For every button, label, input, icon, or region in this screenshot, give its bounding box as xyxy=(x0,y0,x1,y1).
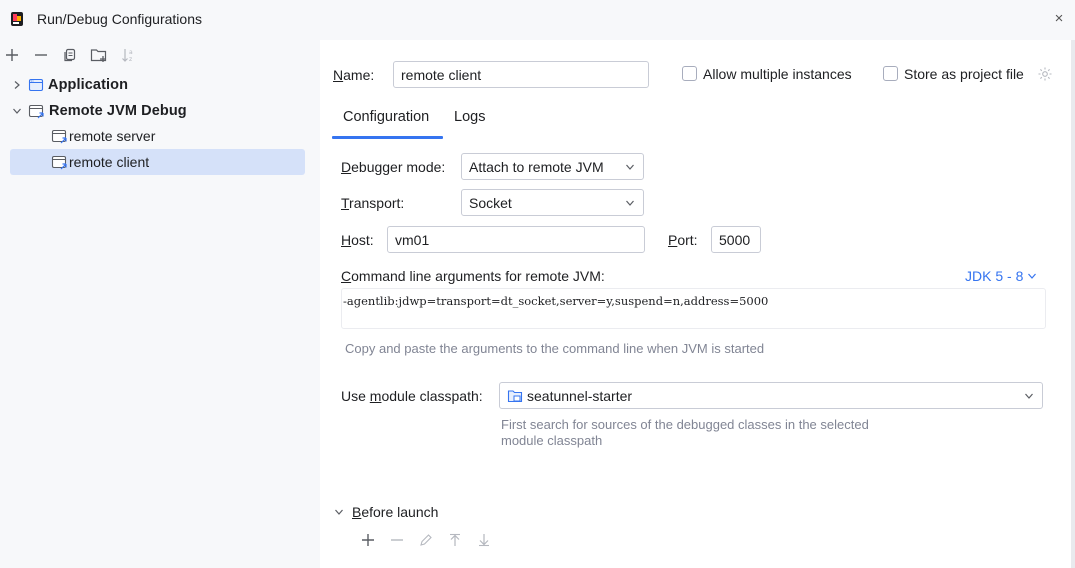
name-label: Name: xyxy=(333,67,375,83)
plus-icon[interactable] xyxy=(1,44,23,66)
name-input[interactable]: remote client xyxy=(393,61,649,88)
sort-icon[interactable]: az xyxy=(117,44,139,66)
host-label: Host: xyxy=(341,232,374,248)
module-folder-icon xyxy=(507,388,523,404)
move-down-icon[interactable] xyxy=(474,530,494,550)
port-label: Port: xyxy=(668,232,698,248)
tree-item-remote-server[interactable]: remote server xyxy=(10,123,305,149)
chevron-down-icon xyxy=(625,198,635,208)
minus-icon[interactable] xyxy=(387,530,407,550)
allow-multiple-label: Allow multiple instances xyxy=(703,66,852,82)
host-input[interactable]: vm01 xyxy=(387,226,645,253)
svg-text:z: z xyxy=(129,56,132,63)
chevron-down-icon[interactable] xyxy=(10,104,24,118)
transport-value: Socket xyxy=(469,194,512,211)
cmd-args-hint: Copy and paste the arguments to the comm… xyxy=(345,341,765,356)
tab-logs[interactable]: Logs xyxy=(454,109,485,125)
port-input[interactable]: 5000 xyxy=(711,226,761,253)
window-title: Run/Debug Configurations xyxy=(37,11,202,27)
debugger-mode-select[interactable]: Attach to remote JVM xyxy=(461,153,644,180)
app-icon xyxy=(10,11,24,27)
cmd-args-value: -agentlib:jdwp=transport=dt_socket,serve… xyxy=(343,294,769,308)
tree-item-remote-client[interactable]: remote client xyxy=(10,149,305,175)
remote-debug-icon xyxy=(51,154,69,170)
before-launch-toggle[interactable]: Before launch xyxy=(334,504,438,520)
move-up-icon[interactable] xyxy=(445,530,465,550)
name-label-rest: ame: xyxy=(343,67,375,83)
tree-item-label: remote client xyxy=(69,154,150,170)
application-config-icon xyxy=(28,77,44,93)
module-hint-line1: First search for sources of the debugged… xyxy=(501,417,869,432)
new-folder-icon[interactable] xyxy=(88,44,110,66)
tree-item-application[interactable]: Application xyxy=(10,72,305,98)
tree-item-label: Remote JVM Debug xyxy=(49,103,187,119)
jdk-version-label: JDK 5 - 8 xyxy=(965,268,1024,284)
active-tab-indicator xyxy=(332,136,443,139)
transport-select[interactable]: Socket xyxy=(461,189,644,216)
module-classpath-value: seatunnel-starter xyxy=(527,387,633,404)
chevron-down-icon xyxy=(1027,271,1037,281)
close-icon[interactable]: × xyxy=(1052,11,1066,27)
edit-icon[interactable] xyxy=(416,530,436,550)
debugger-mode-value: Attach to remote JVM xyxy=(469,158,604,175)
module-classpath-select[interactable]: seatunnel-starter xyxy=(499,382,1043,409)
store-project-label: Store as project file xyxy=(904,66,1024,82)
before-launch-label: Before launch xyxy=(352,504,439,520)
tree-item-label: Application xyxy=(48,77,129,93)
tree-item-remote-jvm-debug[interactable]: Remote JVM Debug xyxy=(10,98,305,124)
store-project-checkbox[interactable] xyxy=(883,66,898,81)
module-hint-line2: module classpath xyxy=(501,433,603,448)
jdk-version-dropdown[interactable]: JDK 5 - 8 xyxy=(965,268,1037,284)
remote-debug-icon xyxy=(51,128,69,144)
cmd-args-label: Command line arguments for remote JVM: xyxy=(341,268,605,284)
module-classpath-selected: seatunnel-starter xyxy=(507,388,632,404)
chevron-down-icon xyxy=(334,507,344,517)
tree-item-label: remote server xyxy=(69,128,156,144)
chevron-right-icon[interactable] xyxy=(10,78,24,92)
remote-debug-icon xyxy=(28,103,46,119)
plus-icon[interactable] xyxy=(358,530,378,550)
tab-configuration[interactable]: Configuration xyxy=(343,109,429,125)
svg-text:a: a xyxy=(129,49,133,56)
module-classpath-label: Use module classpath: xyxy=(341,388,483,404)
transport-label: Transport: xyxy=(341,195,405,211)
copy-icon[interactable] xyxy=(59,44,81,66)
scrollbar[interactable] xyxy=(1071,40,1075,568)
chevron-down-icon xyxy=(1024,391,1034,401)
allow-multiple-checkbox[interactable] xyxy=(682,66,697,81)
chevron-down-icon xyxy=(625,162,635,172)
cmd-args-textarea[interactable]: -agentlib:jdwp=transport=dt_socket,serve… xyxy=(341,288,1046,329)
minus-icon[interactable] xyxy=(30,44,52,66)
debugger-mode-label: Debugger mode: xyxy=(341,159,446,175)
gear-icon[interactable] xyxy=(1037,66,1053,82)
